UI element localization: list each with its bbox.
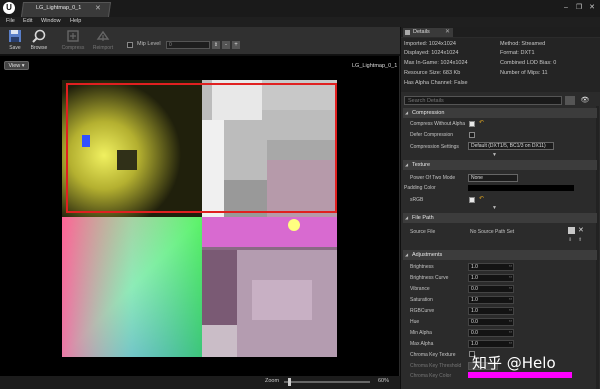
chroma-key-texture-label: Chroma Key Texture <box>410 352 456 358</box>
hue-label: Hue <box>410 319 420 325</box>
compress-without-alpha-checkbox[interactable] <box>469 121 475 127</box>
spin-arrows-icon[interactable]: ⇔ <box>508 285 514 291</box>
section-adjustments[interactable]: Adjustments <box>403 250 597 260</box>
view-options-button[interactable]: View ▾ <box>4 61 29 70</box>
compress-label: Compress <box>61 45 85 51</box>
save-button[interactable]: Save <box>2 29 28 54</box>
mip-level-increment-button[interactable]: + <box>232 41 240 49</box>
padding-color-swatch[interactable] <box>468 185 574 191</box>
chroma-key-color-label: Chroma Key Color <box>410 373 452 379</box>
reimport-label: Reimport <box>92 45 114 51</box>
mip-level-label: Mip Level <box>137 41 161 47</box>
info-num-mips: Number of Mips: 11 <box>500 70 548 76</box>
document-tab-label: LG_Lightmap_0_1 <box>36 5 82 11</box>
saturation-label: Saturation <box>410 297 433 303</box>
unreal-logo-icon[interactable]: U <box>3 2 15 14</box>
source-file-value: No Source Path Set <box>470 229 515 235</box>
menu-window[interactable]: Window <box>41 18 61 24</box>
expand-chevron-icon[interactable]: ▼ <box>492 205 497 211</box>
details-search-input[interactable]: Search Details <box>404 96 562 105</box>
menu-file[interactable]: File <box>6 18 15 24</box>
magnifier-icon <box>32 29 46 43</box>
info-resource-size: Resource Size: 683 Kb <box>404 70 461 76</box>
mip-level-value: 0 <box>169 42 172 48</box>
info-lod-bias: Combined LOD Bias: 0 <box>500 60 557 66</box>
menu-bar <box>0 17 600 27</box>
zoom-slider[interactable] <box>284 381 370 383</box>
browse-label: Browse <box>30 45 48 51</box>
mip-level-checkbox[interactable] <box>127 42 133 48</box>
up-arrow-icon[interactable]: ⬆ <box>578 237 582 243</box>
eye-icon[interactable]: 👁 <box>578 96 592 105</box>
compress-without-alpha-label: Compress Without Alpha <box>410 121 466 127</box>
reset-arrow-icon[interactable]: ↶ <box>479 195 484 202</box>
min-alpha-label: Min Alpha <box>410 330 432 336</box>
power-of-two-dropdown[interactable]: None <box>468 174 518 182</box>
defer-compression-label: Defer Compression <box>410 132 454 138</box>
maximize-button[interactable]: ❐ <box>573 3 585 13</box>
rgbcurve-label: RGBCurve <box>410 308 435 314</box>
texture-name-label: LG_Lightmap_0_1 <box>352 63 398 69</box>
spin-arrows-icon[interactable]: ⇔ <box>508 318 514 324</box>
browse-button[interactable]: Browse <box>26 29 52 54</box>
down-arrow-icon[interactable]: ⬇ <box>568 237 572 243</box>
spin-arrows-icon[interactable]: ⇔ <box>508 263 514 269</box>
property-matrix-icon[interactable] <box>565 96 575 105</box>
reset-arrow-icon[interactable]: ↶ <box>479 119 484 126</box>
watermark: 知乎 @Helo <box>472 354 556 372</box>
info-max-in-game: Max In-Game: 1024x1024 <box>404 60 468 66</box>
section-texture[interactable]: Texture <box>403 160 597 170</box>
compress-button[interactable]: Compress <box>59 29 87 54</box>
section-file-path[interactable]: File Path <box>403 213 597 223</box>
max-alpha-label: Max Alpha <box>410 341 434 347</box>
zoom-label: Zoom <box>265 378 280 384</box>
spin-arrows-icon[interactable]: ⇔ <box>508 274 514 280</box>
defer-compression-checkbox[interactable] <box>469 132 475 138</box>
chroma-key-threshold-label: Chroma Key Threshold <box>410 363 462 369</box>
info-method: Method: Streamed <box>500 41 546 47</box>
info-has-alpha: Has Alpha Channel: False <box>404 80 468 86</box>
compress-icon <box>67 30 79 42</box>
info-format: Format: DXT1 <box>500 50 535 56</box>
zoom-slider-handle[interactable] <box>288 378 292 386</box>
browse-file-icon[interactable] <box>568 227 575 234</box>
menu-help[interactable]: Help <box>70 18 81 24</box>
source-file-label: Source File <box>410 229 436 235</box>
brightness-curve-label: Brightness Curve <box>410 275 449 281</box>
details-tab-close-icon[interactable]: ✕ <box>445 28 450 35</box>
details-tab-icon <box>405 30 410 35</box>
spin-arrows-icon[interactable]: ⇔ <box>508 340 514 346</box>
compression-settings-dropdown[interactable]: Default (DXT1/5, BC1/3 on DX11) <box>468 142 554 150</box>
reimport-icon <box>96 30 110 41</box>
save-icon <box>9 30 21 42</box>
mip-level-decrement-button[interactable]: - <box>222 41 230 49</box>
spin-arrows-icon[interactable]: ⇔ <box>508 296 514 302</box>
expand-chevron-icon[interactable]: ▼ <box>492 152 497 158</box>
compression-settings-label: Compression Settings <box>410 144 459 150</box>
mip-level-spin-icon[interactable]: ⇕ <box>212 41 220 49</box>
vibrance-label: Vibrance <box>410 286 430 292</box>
minimize-button[interactable]: – <box>560 3 572 13</box>
brightness-label: Brightness <box>410 264 434 270</box>
padding-color-label: Padding Color <box>404 185 436 191</box>
power-of-two-label: Power Of Two Mode <box>410 175 456 181</box>
details-scrollbar[interactable] <box>596 106 599 389</box>
section-compression[interactable]: Compression <box>403 108 597 118</box>
spin-arrows-icon[interactable]: ⇔ <box>508 329 514 335</box>
reimport-button[interactable]: Reimport <box>89 29 117 54</box>
info-imported: Imported: 1024x1024 <box>404 41 456 47</box>
highlight-rectangle <box>66 83 337 213</box>
close-window-button[interactable]: ✕ <box>586 3 598 13</box>
zoom-value: 60% <box>378 378 390 384</box>
spin-arrows-icon[interactable]: ⇔ <box>508 307 514 313</box>
info-displayed: Displayed: 1024x1024 <box>404 50 459 56</box>
save-label: Save <box>9 45 21 51</box>
srgb-checkbox[interactable] <box>469 197 475 203</box>
srgb-label: sRGB <box>410 197 424 203</box>
document-tab-close-icon[interactable]: ✕ <box>95 4 101 12</box>
menu-edit[interactable]: Edit <box>23 18 32 24</box>
clear-source-icon[interactable]: ✕ <box>578 226 584 234</box>
mip-level-field[interactable]: 0 <box>166 41 210 49</box>
